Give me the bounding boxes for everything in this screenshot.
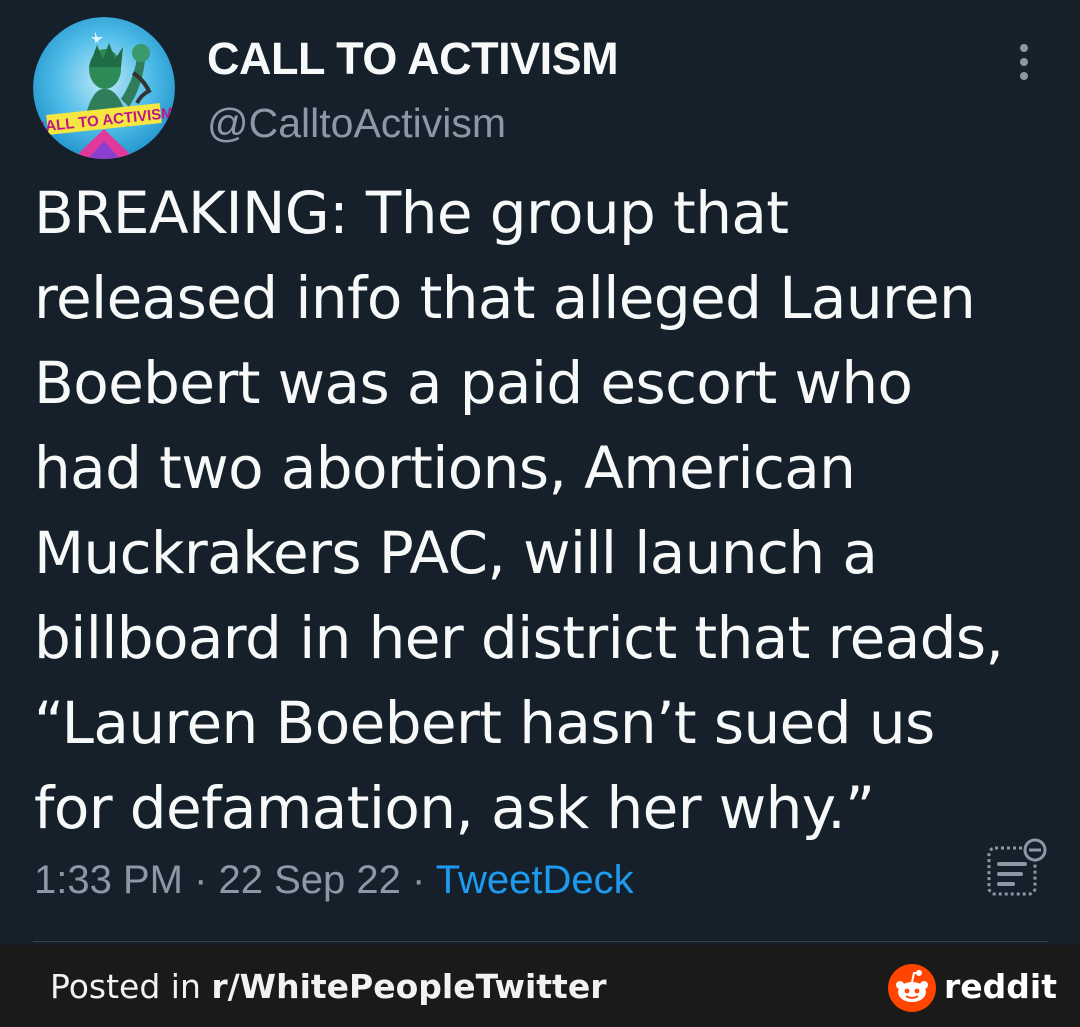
posted-prefix: Posted in [50, 967, 212, 1006]
tweet-text: BREAKING: The group that released info t… [34, 179, 1004, 842]
reddit-footer: Posted in r/WhitePeopleTwitter reddit [0, 945, 1080, 1027]
subreddit-link[interactable]: r/WhitePeopleTwitter [211, 967, 606, 1006]
tweet-metadata: 1:33 PM · 22 Sep 22 · TweetDeck [34, 858, 634, 903]
posted-in-text: Posted in r/WhitePeopleTwitter [50, 967, 607, 1006]
divider [33, 941, 1048, 942]
avatar-image: CALL TO ACTIVISM [33, 17, 175, 159]
user-handle[interactable]: @CalltoActivism [207, 100, 506, 147]
more-vertical-icon[interactable] [1010, 40, 1040, 84]
display-name[interactable]: CALL TO ACTIVISM [207, 33, 619, 85]
tweet-source-link[interactable]: TweetDeck [436, 858, 634, 902]
tweet-analytics-icon[interactable] [985, 838, 1049, 900]
tweet-card: CALL TO ACTIVISM CALL TO ACTIVISM @Callt… [0, 0, 1080, 945]
profile-avatar[interactable]: CALL TO ACTIVISM [33, 17, 175, 159]
tweet-time[interactable]: 1:33 PM [34, 858, 183, 902]
tweet-date[interactable]: 22 Sep 22 [219, 858, 401, 902]
meta-separator: · [400, 858, 436, 902]
meta-separator: · [182, 858, 219, 902]
reddit-brand-text: reddit [944, 967, 1057, 1006]
reddit-snoo-icon [888, 964, 936, 1012]
